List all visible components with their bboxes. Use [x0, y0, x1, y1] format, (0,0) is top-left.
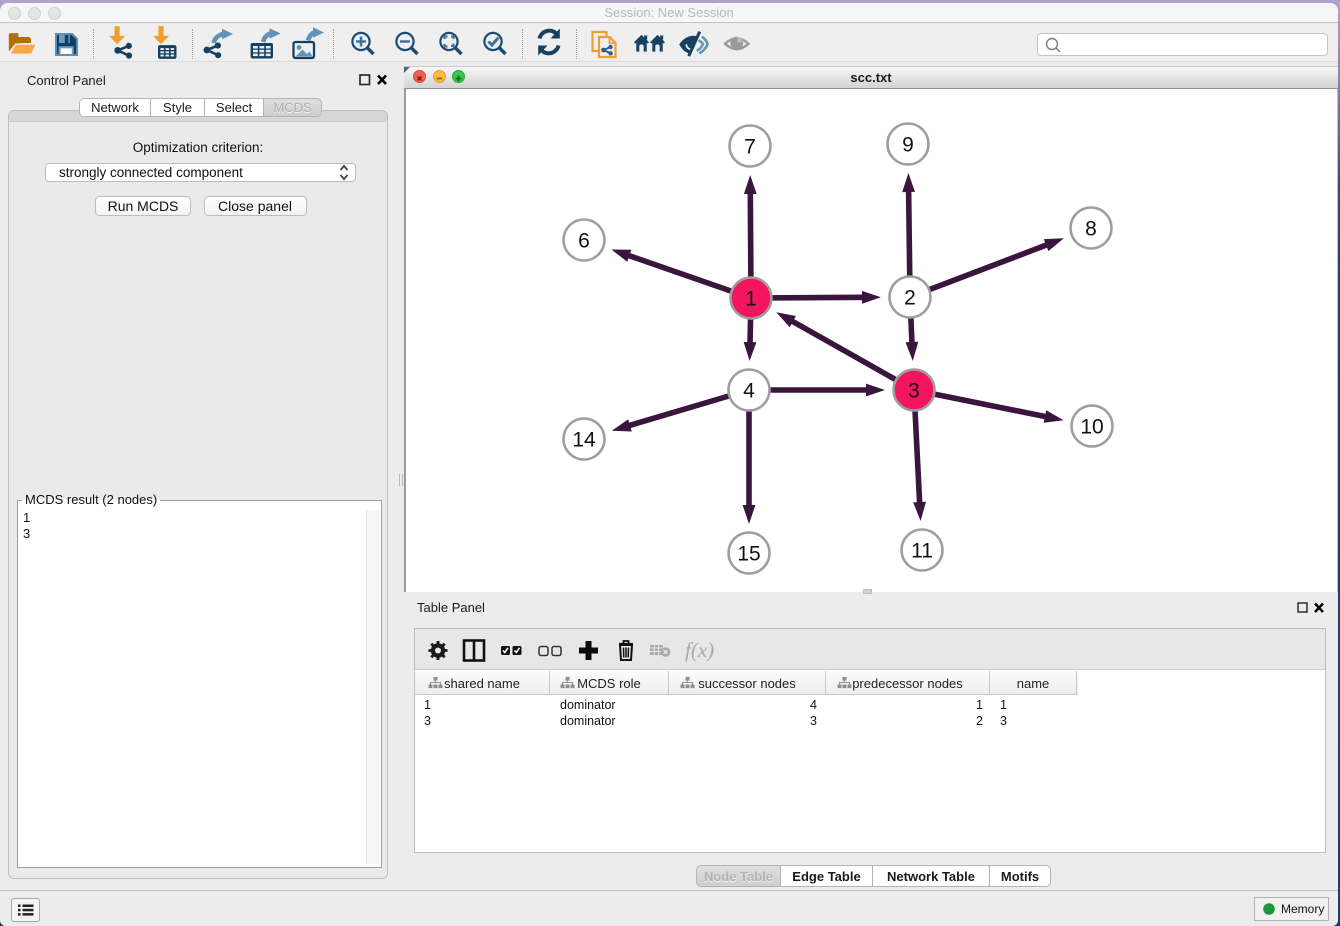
- svg-text:8: 8: [1085, 218, 1097, 241]
- svg-text:1: 1: [745, 288, 757, 311]
- svg-text:6: 6: [578, 230, 590, 253]
- svg-text:3: 3: [908, 380, 920, 403]
- svg-text:7: 7: [744, 136, 756, 159]
- svg-text:9: 9: [902, 134, 914, 157]
- svg-text:10: 10: [1080, 416, 1103, 439]
- svg-text:4: 4: [743, 380, 755, 403]
- svg-text:2: 2: [904, 287, 916, 310]
- svg-text:15: 15: [737, 543, 760, 566]
- svg-text:11: 11: [911, 540, 933, 563]
- svg-text:f(x): f(x): [685, 638, 714, 662]
- svg-text:14: 14: [572, 429, 596, 452]
